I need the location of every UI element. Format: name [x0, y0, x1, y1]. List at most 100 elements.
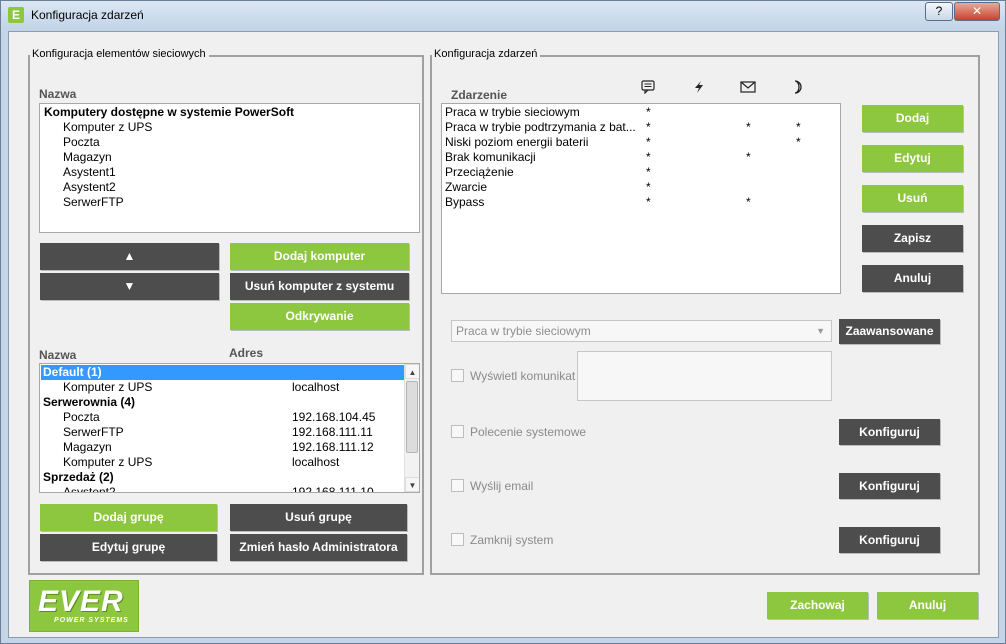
- event-email-flag: *: [746, 150, 751, 164]
- system-command-label: Polecenie systemowe: [470, 425, 587, 439]
- moon-icon: [794, 80, 802, 94]
- app-window: E Konfiguracja zdarzeń ? ✕ Konfiguracja …: [0, 0, 1006, 644]
- move-down-button[interactable]: ▼: [40, 273, 219, 300]
- group-row-address: localhost: [292, 380, 340, 394]
- group-row-name[interactable]: Serwerownia (4): [43, 395, 135, 409]
- discover-button[interactable]: Odkrywanie: [230, 303, 409, 330]
- event-message-flag: *: [646, 180, 651, 194]
- remove-event-button[interactable]: Usuń: [862, 185, 963, 212]
- add-computer-button[interactable]: Dodaj komputer: [230, 243, 409, 270]
- group-row-address: localhost: [292, 455, 340, 469]
- groups-scrollbar[interactable]: ▲ ▼: [404, 364, 419, 492]
- event-row-name[interactable]: Przeciążenie: [445, 165, 514, 179]
- group-row-name[interactable]: SerwerFTP: [63, 425, 124, 439]
- close-button[interactable]: ✕: [954, 2, 1000, 21]
- network-elements-group: Konfiguracja elementów sieciowych Nazwa …: [28, 48, 424, 575]
- event-message-flag: *: [646, 135, 651, 149]
- help-button[interactable]: ?: [925, 2, 953, 21]
- group-row-name[interactable]: Default (1): [43, 365, 102, 379]
- title-bar: E Konfiguracja zdarzeń ? ✕: [1, 1, 1005, 29]
- events-config-group: Konfiguracja zdarzeń Zdarzenie Praca w t…: [430, 48, 980, 575]
- event-row-name[interactable]: Bypass: [445, 195, 484, 209]
- group-row-name[interactable]: Komputer z UPS: [63, 380, 152, 394]
- tree-item[interactable]: Asystent2: [63, 180, 116, 194]
- event-row-name[interactable]: Praca w trybie sieciowym: [445, 105, 580, 119]
- tree-item[interactable]: Magazyn: [63, 150, 112, 164]
- event-message-flag: *: [646, 195, 651, 209]
- shutdown-system-checkbox[interactable]: [451, 533, 464, 546]
- shutdown-system-label: Zamknij system: [470, 533, 554, 547]
- show-message-label: Wyświetl komunikat: [470, 369, 576, 383]
- event-row-name[interactable]: Praca w trybie podtrzymania z bat...: [445, 120, 636, 134]
- window-title: Konfiguracja zdarzeń: [31, 8, 144, 22]
- network-elements-title: Konfiguracja elementów sieciowych: [30, 48, 209, 60]
- tree-item[interactable]: Asystent1: [63, 165, 116, 179]
- save-all-button[interactable]: Zachowaj: [767, 592, 868, 619]
- group-row-address: 192.168.111.12: [292, 440, 374, 454]
- logo-sub-text: POWER SYSTEMS: [54, 617, 129, 624]
- tree-item[interactable]: Poczta: [63, 135, 100, 149]
- logo-main-text: EVER: [38, 585, 124, 618]
- send-email-label: Wyślij email: [470, 479, 534, 493]
- event-message-flag: *: [646, 150, 651, 164]
- remove-computer-button[interactable]: Usuń komputer z systemu: [230, 273, 409, 300]
- event-email-flag: *: [746, 120, 751, 134]
- group-row-address: 192.168.111.10: [292, 485, 374, 493]
- group-row-name[interactable]: Magazyn: [63, 440, 112, 454]
- add-group-button[interactable]: Dodaj grupę: [40, 504, 217, 531]
- event-email-flag: *: [746, 195, 751, 209]
- message-textarea[interactable]: [577, 351, 832, 401]
- move-up-button[interactable]: ▲: [40, 243, 219, 270]
- system-command-checkbox[interactable]: [451, 425, 464, 438]
- event-row-name[interactable]: Zwarcie: [445, 180, 487, 194]
- client-area: Konfiguracja elementów sieciowych Nazwa …: [8, 31, 999, 638]
- advanced-button[interactable]: Zaawansowane: [839, 319, 940, 344]
- scroll-down-arrow-icon[interactable]: ▼: [405, 477, 419, 492]
- event-shutdown-flag: *: [796, 120, 801, 134]
- computers-tree[interactable]: Komputery dostępne w systemie PowerSoft …: [39, 103, 420, 233]
- group-row-name[interactable]: Asystent2: [63, 485, 116, 492]
- tree-item[interactable]: SerwerFTP: [63, 195, 124, 209]
- ever-logo: EVER POWER SYSTEMS: [29, 580, 139, 632]
- event-column-header: Zdarzenie: [451, 88, 508, 102]
- remove-group-button[interactable]: Usuń grupę: [230, 504, 407, 531]
- event-message-flag: *: [646, 105, 651, 119]
- change-admin-password-button[interactable]: Zmień hasło Administratora: [230, 534, 407, 561]
- cancel-event-button[interactable]: Anuluj: [862, 265, 963, 292]
- chevron-down-icon: ▼: [816, 326, 825, 336]
- edit-event-button[interactable]: Edytuj: [862, 145, 963, 172]
- events-config-title: Konfiguracja zdarzeń: [432, 48, 541, 60]
- group-row-name[interactable]: Sprzedaż (2): [43, 470, 114, 484]
- app-logo-icon: E: [8, 7, 24, 23]
- save-event-button[interactable]: Zapisz: [862, 225, 963, 252]
- scroll-thumb[interactable]: [406, 381, 418, 453]
- show-message-checkbox[interactable]: [451, 369, 464, 382]
- scroll-up-arrow-icon[interactable]: ▲: [405, 364, 419, 379]
- configure-email-button[interactable]: Konfiguruj: [839, 473, 940, 499]
- name-column-header: Nazwa: [39, 87, 77, 101]
- tree-root-item[interactable]: Komputery dostępne w systemie PowerSoft: [44, 105, 294, 119]
- group-row-name[interactable]: Poczta: [63, 410, 100, 424]
- event-select-value: Praca w trybie sieciowym: [456, 324, 591, 338]
- event-message-flag: *: [646, 120, 651, 134]
- groups-list[interactable]: Default (1) Komputer z UPS localhost Ser…: [39, 363, 420, 493]
- send-email-checkbox[interactable]: [451, 479, 464, 492]
- edit-group-button[interactable]: Edytuj grupę: [40, 534, 217, 561]
- groups-name-header: Nazwa: [39, 348, 77, 362]
- message-icon: [641, 80, 655, 94]
- lightning-icon: [695, 81, 703, 93]
- configure-shutdown-button[interactable]: Konfiguruj: [839, 527, 940, 553]
- group-row-name[interactable]: Komputer z UPS: [63, 455, 152, 469]
- groups-address-header: Adres: [229, 346, 264, 360]
- configure-command-button[interactable]: Konfiguruj: [839, 419, 940, 445]
- tree-item[interactable]: Komputer z UPS: [63, 120, 152, 134]
- group-row-address: 192.168.104.45: [292, 410, 376, 424]
- event-select[interactable]: Praca w trybie sieciowym ▼: [451, 320, 832, 342]
- group-row-address: 192.168.111.11: [292, 425, 373, 439]
- cancel-all-button[interactable]: Anuluj: [877, 592, 978, 619]
- event-row-name[interactable]: Brak komunikacji: [445, 150, 536, 164]
- events-list[interactable]: Praca w trybie sieciowym * Praca w trybi…: [441, 103, 841, 294]
- add-event-button[interactable]: Dodaj: [862, 105, 963, 132]
- event-row-name[interactable]: Niski poziom energii baterii: [445, 135, 588, 149]
- event-shutdown-flag: *: [796, 135, 801, 149]
